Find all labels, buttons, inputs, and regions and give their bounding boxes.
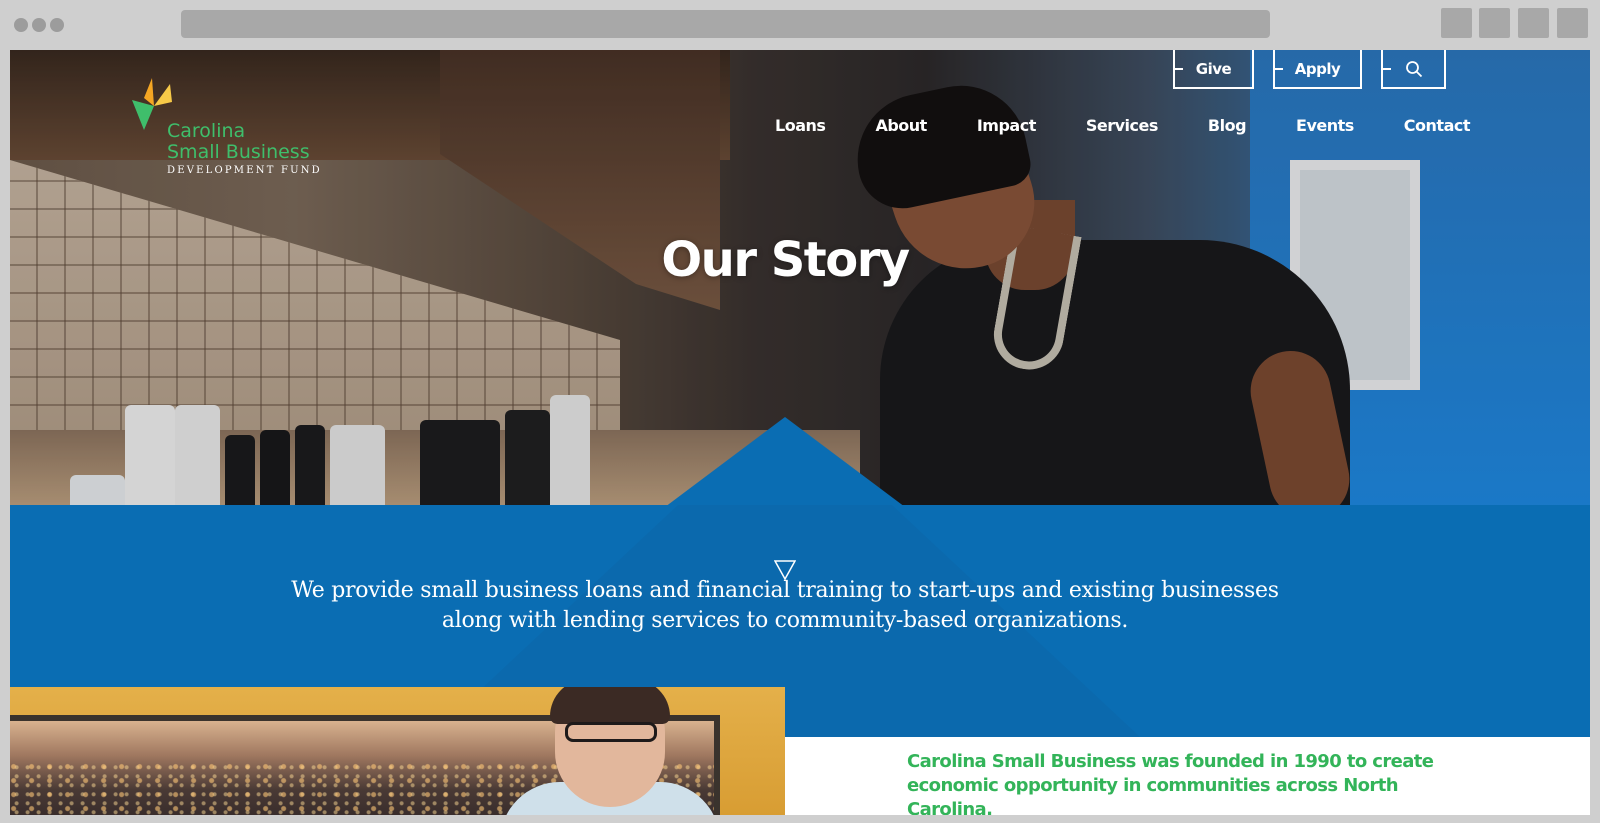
browser-toolbar-button[interactable] <box>1557 8 1588 38</box>
apply-button[interactable]: Apply <box>1273 50 1362 89</box>
window-minimize-dot[interactable] <box>32 18 46 32</box>
logo-text-carolina: Carolina <box>167 120 246 142</box>
search-icon <box>1405 60 1422 77</box>
apply-button-label: Apply <box>1294 59 1341 78</box>
logo-text-development-fund: DEVELOPMENT FUND <box>167 165 322 176</box>
founder-photo <box>10 687 785 815</box>
main-nav: Loans About Impact Services Blog Events … <box>725 116 1470 135</box>
founding-line-2: economic opportunity in communities acro… <box>907 775 1399 815</box>
address-bar[interactable] <box>181 10 1270 38</box>
give-button-label: Give <box>1195 59 1232 78</box>
nav-item-loans[interactable]: Loans <box>775 116 826 135</box>
nav-item-about[interactable]: About <box>875 116 927 135</box>
nav-item-services[interactable]: Services <box>1086 116 1159 135</box>
window-close-dot[interactable] <box>14 18 28 32</box>
man-glasses <box>565 722 657 742</box>
founding-line-1: Carolina Small Business was founded in 1… <box>907 751 1434 772</box>
logo-text-small-business: Small Business <box>167 141 310 163</box>
man-hair <box>550 687 670 724</box>
mission-statement: We provide small business loans and fina… <box>10 576 1560 636</box>
page-title: Our Story <box>661 232 910 288</box>
nav-item-events[interactable]: Events <box>1296 116 1354 135</box>
give-button[interactable]: Give <box>1173 50 1254 89</box>
button-tick-decoration <box>1381 68 1391 70</box>
nav-item-impact[interactable]: Impact <box>977 116 1037 135</box>
search-button[interactable] <box>1381 50 1446 89</box>
mission-line-1: We provide small business loans and fina… <box>291 578 1279 603</box>
nav-item-blog[interactable]: Blog <box>1208 116 1247 135</box>
page-viewport: Our Story Carolina Small Business DEVELO… <box>10 50 1590 815</box>
browser-toolbar-button[interactable] <box>1479 8 1510 38</box>
browser-toolbar-button[interactable] <box>1518 8 1549 38</box>
mission-line-2: along with lending services to community… <box>441 608 1129 633</box>
nav-item-contact[interactable]: Contact <box>1404 116 1471 135</box>
founding-statement: Carolina Small Business was founded in 1… <box>907 750 1467 815</box>
browser-chrome <box>0 0 1600 50</box>
browser-toolbar-button[interactable] <box>1441 8 1472 38</box>
button-tick-decoration <box>1273 68 1283 70</box>
site-logo[interactable]: Carolina Small Business DEVELOPMENT FUND <box>130 76 330 186</box>
window-maximize-dot[interactable] <box>50 18 64 32</box>
button-tick-decoration <box>1173 68 1183 70</box>
